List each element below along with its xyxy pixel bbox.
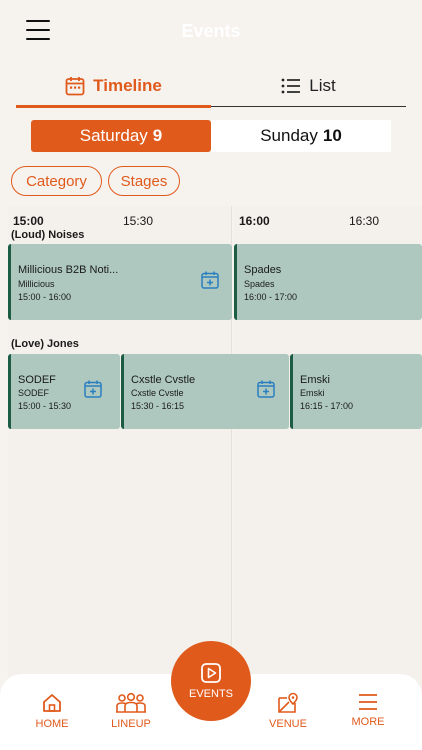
tab-timeline[interactable]: Timeline — [16, 66, 211, 108]
page-title: Events — [181, 21, 241, 41]
day-number: 10 — [322, 126, 342, 145]
nav-more[interactable]: MORE — [333, 692, 403, 728]
event-time: 16:00 - 17:00 — [244, 292, 298, 302]
nav-more-label: MORE — [351, 716, 385, 728]
event-card[interactable]: SODEF SODEF 15:00 - 15:30 — [8, 354, 120, 429]
day-weekday: Sunday — [260, 126, 318, 145]
event-artist: SODEF — [18, 388, 50, 398]
nav-events-label: EVENTS — [188, 688, 233, 700]
event-artist: Millicious — [18, 279, 55, 289]
time-tick: 16:30 — [349, 214, 380, 228]
calendar-icon — [65, 76, 85, 95]
event-time: 15:00 - 16:00 — [18, 292, 72, 302]
event-artist: Spades — [244, 279, 275, 289]
stage-name: (Loud) Noises — [11, 229, 85, 241]
event-time: 16:15 - 17:00 — [300, 401, 354, 411]
event-title: Millicious B2B Noti... — [18, 264, 119, 276]
bottom-navigation: HOME LINEUP VENUE MORE EVENTS — [0, 641, 422, 750]
view-tabs: Timeline List — [16, 66, 406, 108]
event-title: Spades — [244, 264, 282, 276]
day-weekday: Saturday — [79, 126, 148, 145]
add-to-calendar-icon[interactable] — [84, 380, 102, 398]
event-artist: Cxstle Cvstle — [131, 388, 184, 398]
day-number: 9 — [152, 126, 163, 145]
nav-events[interactable]: EVENTS — [171, 641, 251, 721]
event-card[interactable]: Spades Spades 16:00 - 17:00 — [234, 244, 422, 320]
nav-venue[interactable]: VENUE — [253, 692, 323, 730]
nav-lineup[interactable]: LINEUP — [96, 692, 166, 730]
event-card[interactable]: Cxstle Cvstle Cxstle Cvstle 15:30 - 16:1… — [121, 354, 289, 429]
tab-list-label: List — [309, 76, 336, 95]
home-icon — [43, 694, 61, 712]
tab-timeline-label: Timeline — [93, 75, 162, 95]
hamburger-menu-icon — [359, 694, 377, 710]
event-title: Emski — [300, 374, 330, 386]
day-tabs: Saturday 9 Sunday 10 — [31, 120, 391, 152]
time-tick: 15:00 — [13, 214, 44, 228]
day-tab-sunday[interactable]: Sunday 10 — [211, 120, 391, 152]
nav-home-label: HOME — [35, 718, 69, 730]
list-icon — [281, 78, 301, 94]
day-tab-saturday[interactable]: Saturday 9 — [31, 120, 211, 152]
nav-home[interactable]: HOME — [17, 692, 87, 730]
play-video-icon — [201, 663, 221, 683]
event-title: Cxstle Cvstle — [131, 374, 196, 386]
stages-filter-button[interactable]: Stages — [108, 166, 180, 196]
time-tick: 16:00 — [239, 214, 270, 228]
timeline-grid[interactable]: 15:00 15:30 16:00 16:30 (Loud) Noises Mi… — [8, 206, 422, 700]
time-tick: 15:30 — [123, 214, 154, 228]
event-time: 15:00 - 15:30 — [18, 401, 72, 411]
group-icon — [116, 692, 146, 713]
event-time: 15:30 - 16:15 — [131, 401, 185, 411]
event-title: SODEF — [18, 374, 56, 386]
map-pin-icon — [278, 692, 298, 713]
event-card[interactable]: Emski Emski 16:15 - 17:00 — [290, 354, 422, 429]
add-to-calendar-icon[interactable] — [201, 271, 219, 289]
header: Events — [0, 0, 422, 62]
nav-venue-label: VENUE — [269, 718, 307, 730]
tab-list[interactable]: List — [211, 66, 406, 107]
stage-name: (Love) Jones — [11, 338, 79, 350]
category-filter-button[interactable]: Category — [11, 166, 102, 196]
event-card[interactable]: Millicious B2B Noti... Millicious 15:00 … — [8, 244, 232, 320]
add-to-calendar-icon[interactable] — [257, 380, 275, 398]
event-artist: Emski — [300, 388, 325, 398]
nav-lineup-label: LINEUP — [111, 718, 151, 730]
